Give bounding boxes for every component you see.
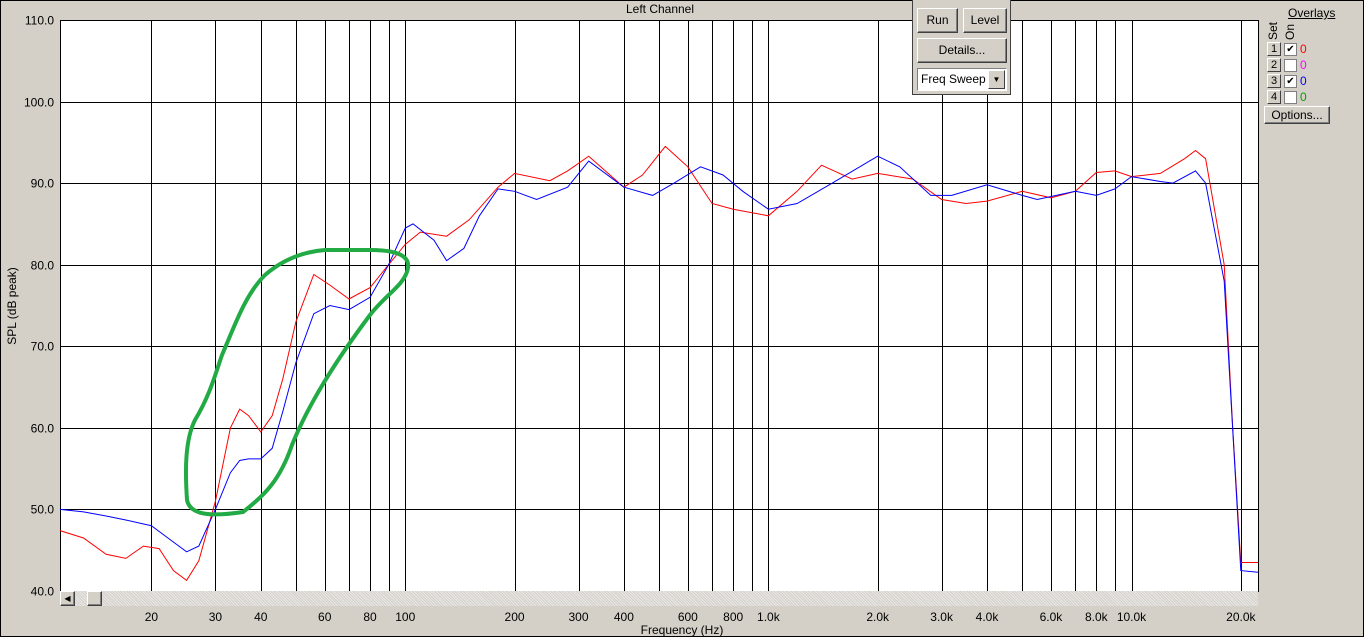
overlay-count: 0 [1300, 74, 1307, 88]
overlay-count: 0 [1300, 90, 1307, 104]
chart-title: Left Channel [625, 2, 695, 16]
overlay-count: 0 [1300, 42, 1307, 56]
overlay-on-checkbox[interactable]: ✔ [1284, 43, 1297, 56]
x-tick-label: 80 [363, 610, 377, 624]
y-tick-label: 90.0 [31, 177, 55, 191]
details-button[interactable]: Details... [917, 38, 1007, 63]
set-column-label: Set [1266, 21, 1280, 40]
run-button[interactable]: Run [917, 8, 958, 33]
y-tick-label: 50.0 [31, 503, 55, 517]
overlay-set-button[interactable]: 1 [1267, 42, 1281, 56]
x-tick-label: 20 [145, 610, 159, 624]
y-tick-label: 60.0 [31, 422, 55, 436]
x-tick-label: 40 [254, 610, 268, 624]
x-tick-label: 6.0k [1040, 610, 1064, 624]
x-tick-label: 600 [678, 610, 698, 624]
horizontal-scrollbar[interactable]: ◀ [60, 591, 1258, 606]
mode-select-value: Freq Sweep [921, 72, 986, 86]
x-tick-label: 100 [395, 610, 415, 624]
x-tick-label: 30 [209, 610, 223, 624]
overlays-title[interactable]: Overlays [1288, 6, 1335, 20]
overlay-set-button[interactable]: 4 [1267, 90, 1281, 104]
level-button[interactable]: Level [963, 8, 1007, 33]
overlay-on-checkbox[interactable] [1284, 59, 1297, 72]
overlay-count: 0 [1300, 58, 1307, 72]
x-tick-label: 10.0k [1117, 610, 1147, 624]
options-button[interactable]: Options... [1264, 106, 1330, 124]
overlay-on-checkbox[interactable]: ✔ [1284, 75, 1297, 88]
y-tick-label: 100.0 [24, 96, 54, 110]
scroll-thumb[interactable] [87, 591, 102, 606]
x-tick-label: 4.0k [976, 610, 1000, 624]
x-tick-label: 400 [614, 610, 634, 624]
x-tick-label: 1.0k [757, 610, 781, 624]
frequency-response-chart: 40.0 50.0 60.0 70.0 80.0 90.0 100.0 110.0 20 30 40… [5, 14, 1259, 637]
overlay-set-button[interactable]: 3 [1267, 74, 1281, 88]
x-tick-label: 8.0k [1085, 610, 1109, 624]
x-tick-label: 800 [723, 610, 743, 624]
chevron-down-icon[interactable]: ▼ [988, 70, 1005, 89]
on-column-label: On [1283, 23, 1297, 40]
x-tick-label: 20.0k [1226, 610, 1256, 624]
x-tick-label: 2.0k [866, 610, 890, 624]
x-tick-label: 200 [505, 610, 525, 624]
x-tick-label: 300 [569, 610, 589, 624]
y-tick-label: 80.0 [31, 259, 55, 273]
y-axis-title: SPL (dB peak) [5, 267, 19, 345]
overlay-set-button[interactable]: 2 [1267, 58, 1281, 72]
x-axis-title: Frequency (Hz) [641, 623, 724, 637]
mode-select[interactable]: Freq Sweep ▼ [917, 68, 1007, 91]
y-tick-label: 40.0 [31, 585, 55, 599]
overlay-on-checkbox[interactable] [1284, 91, 1297, 104]
x-tick-label: 60 [318, 610, 332, 624]
overlays-panel: Overlays Set On 1 ✔ 0 2 0 3 ✔ 0 4 0 Options... [1262, 0, 1362, 130]
x-tick-label: 3.0k [930, 610, 954, 624]
y-tick-label: 70.0 [31, 340, 55, 354]
y-tick-label: 110.0 [25, 14, 54, 28]
scroll-left-button[interactable]: ◀ [60, 591, 75, 606]
